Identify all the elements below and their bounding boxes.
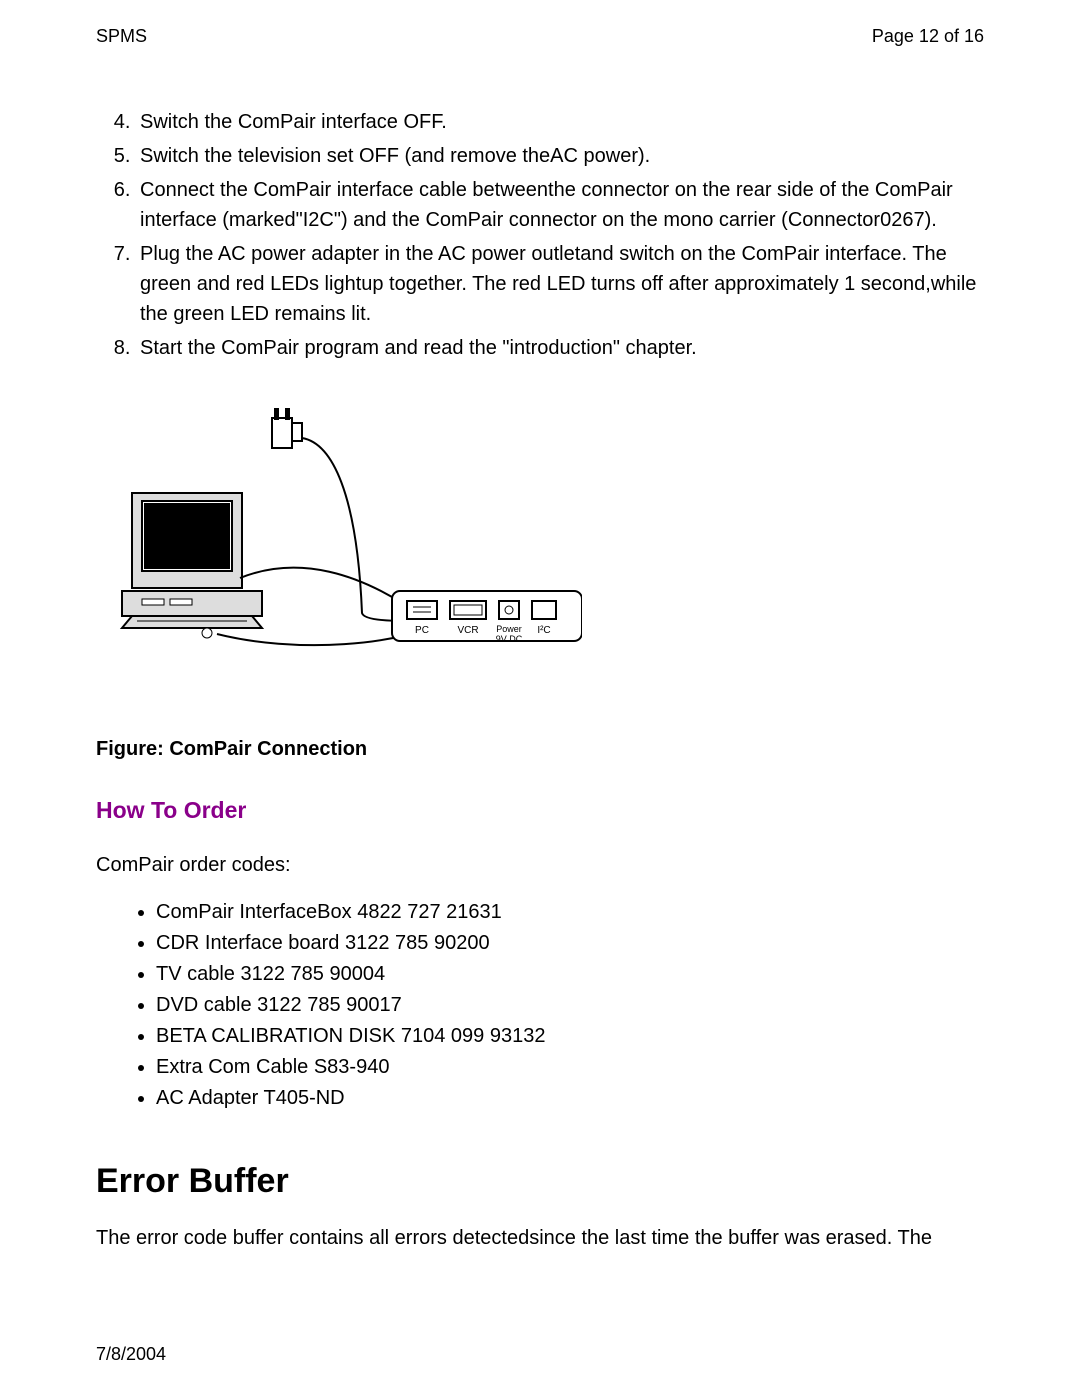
figure-compair-connection: PC VCR Power 9V DC I²C [102, 403, 984, 688]
order-code-item: BETA CALIBRATION DISK 7104 099 93132 [156, 1021, 984, 1052]
error-buffer-body: The error code buffer contains all error… [96, 1227, 984, 1250]
procedure-step: Plug the AC power adapter in the AC powe… [136, 239, 984, 329]
procedure-list: Switch the ComPair interface OFF. Switch … [96, 107, 984, 363]
port-label-i2c: I²C [537, 625, 550, 636]
order-code-list: ComPair InterfaceBox 4822 727 21631CDR I… [96, 897, 984, 1114]
order-code-item: AC Adapter T405-ND [156, 1083, 984, 1114]
header-right: Page 12 of 16 [872, 26, 984, 47]
port-label-vcr: VCR [457, 625, 478, 636]
order-code-item: DVD cable 3122 785 90017 [156, 990, 984, 1021]
procedure-step: Connect the ComPair interface cable betw… [136, 175, 984, 235]
port-label-pc: PC [415, 625, 429, 636]
order-code-item: ComPair InterfaceBox 4822 727 21631 [156, 897, 984, 928]
procedure-step: Switch the ComPair interface OFF. [136, 107, 984, 137]
header-left: SPMS [96, 26, 147, 47]
procedure-step: Switch the television set OFF (and remov… [136, 141, 984, 171]
diagram-svg: PC VCR Power 9V DC I²C [102, 403, 582, 683]
footer-date: 7/8/2004 [96, 1344, 166, 1365]
procedure-step: Start the ComPair program and read the "… [136, 333, 984, 363]
page-header: SPMS Page 12 of 16 [96, 26, 984, 47]
figure-caption: Figure: ComPair Connection [96, 738, 984, 761]
section-heading-error-buffer: Error Buffer [96, 1162, 984, 1201]
port-label-volts: 9V DC [496, 634, 523, 644]
document-page: SPMS Page 12 of 16 Switch the ComPair in… [0, 0, 1080, 1397]
how-to-order-intro: ComPair order codes: [96, 854, 984, 877]
section-heading-how-to-order: How To Order [96, 797, 984, 824]
order-code-item: Extra Com Cable S83-940 [156, 1052, 984, 1083]
order-code-item: CDR Interface board 3122 785 90200 [156, 928, 984, 959]
port-label-power: Power [496, 624, 522, 634]
order-code-item: TV cable 3122 785 90004 [156, 959, 984, 990]
